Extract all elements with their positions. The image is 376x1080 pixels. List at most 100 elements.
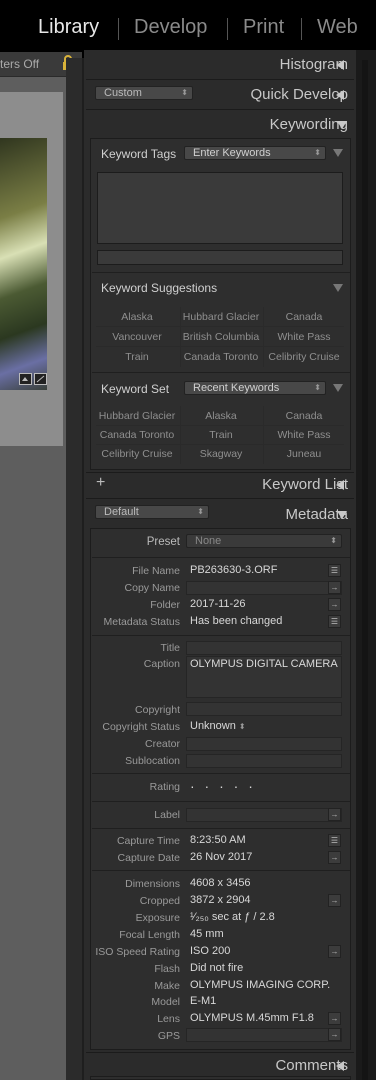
grid-line (96, 346, 344, 347)
arrow-right-icon[interactable]: → (328, 851, 341, 864)
iso-value: ISO 200 (190, 945, 231, 957)
metadata-preset-value: Default (104, 506, 139, 518)
add-keyword-button[interactable]: + (96, 474, 105, 492)
capture-time-label: Capture Time (116, 835, 180, 847)
quick-develop-preset-select[interactable]: Custom ⬍ (95, 86, 193, 100)
lens-label: Lens (157, 1013, 180, 1025)
collapse-arrow-icon[interactable] (333, 384, 343, 392)
module-print[interactable]: Print (243, 16, 284, 39)
creator-field[interactable] (186, 737, 342, 751)
quick-develop-header[interactable]: Quick Develop (250, 86, 348, 103)
arrow-right-icon[interactable]: → (328, 598, 341, 611)
panel-scrollbar[interactable] (362, 60, 368, 1080)
list-icon[interactable]: ☰ (328, 834, 341, 847)
filter-label[interactable]: ters Off (0, 57, 39, 71)
divider (86, 1052, 354, 1053)
keyword-suggestion[interactable]: Alaska (96, 311, 178, 323)
divider (92, 272, 350, 273)
label-field[interactable] (186, 808, 342, 822)
divider (92, 635, 350, 636)
keyword-set-item[interactable]: Juneau (263, 448, 345, 460)
keyword-suggestion[interactable]: White Pass (263, 331, 345, 343)
keyword-set-value: Recent Keywords (193, 382, 280, 394)
list-icon[interactable]: ☰ (328, 615, 341, 628)
arrow-right-icon[interactable]: → (328, 1012, 341, 1025)
copyright-field[interactable] (186, 702, 342, 716)
comments-content (90, 1076, 351, 1080)
dimensions-label: Dimensions (125, 878, 180, 890)
keyword-set-select[interactable]: Recent Keywords ⬍ (184, 381, 326, 395)
arrow-right-icon[interactable]: → (328, 1028, 341, 1041)
keyword-set-item[interactable]: Celibrity Cruise (96, 448, 178, 460)
badge-icon (19, 373, 47, 385)
divider (92, 372, 350, 373)
capture-time-value[interactable]: 8:23:50 AM (190, 834, 246, 846)
copyright-status-select[interactable]: Unknown ⬍ (190, 720, 246, 732)
arrow-right-icon[interactable]: → (328, 894, 341, 907)
collapse-arrow-icon[interactable] (336, 90, 344, 100)
file-name-value[interactable]: PB263630-3.ORF (190, 564, 277, 576)
make-value: OLYMPUS IMAGING CORP. (190, 979, 331, 991)
collapse-arrow-icon[interactable] (336, 1061, 344, 1071)
grid-line (96, 326, 344, 327)
keyword-set-item[interactable]: Train (180, 429, 262, 441)
collapse-arrow-icon[interactable] (333, 284, 343, 292)
exposure-label: Exposure (135, 912, 180, 924)
keyword-suggestion[interactable]: Hubbard Glacier (180, 311, 262, 323)
keyword-tags-mode-select[interactable]: Enter Keywords ⬍ (184, 146, 326, 160)
divider (92, 557, 350, 558)
keyword-suggestion[interactable]: British Columbia (180, 331, 262, 343)
label-label: Label (154, 809, 180, 821)
module-develop[interactable]: Develop (134, 16, 207, 39)
keyword-set-item[interactable]: Alaska (180, 410, 262, 422)
grid-line (96, 425, 344, 426)
gps-label: GPS (157, 1030, 180, 1042)
rating-label: Rating (149, 781, 180, 793)
preset-label: Preset (146, 536, 180, 548)
gps-field[interactable] (186, 1028, 342, 1042)
metadata-preset-field[interactable]: None ⬍ (186, 534, 342, 548)
keyword-suggestion[interactable]: Train (96, 351, 178, 363)
copy-name-label: Copy Name (124, 582, 180, 594)
make-label: Make (154, 980, 180, 992)
keyword-set-item[interactable]: Skagway (180, 448, 262, 460)
copy-name-field[interactable] (186, 581, 342, 595)
keyword-tags-textarea[interactable] (97, 172, 343, 244)
collapse-arrow-icon[interactable] (336, 60, 344, 70)
metadata-preset-select[interactable]: Default ⬍ (95, 505, 209, 519)
keyword-set-item[interactable]: White Pass (263, 429, 345, 441)
collapse-arrow-icon[interactable] (336, 480, 344, 490)
keyword-set-item[interactable]: Canada Toronto (96, 429, 178, 441)
keyword-entry-input[interactable] (97, 250, 343, 265)
left-scroll-gutter (66, 58, 82, 1080)
keyword-suggestion[interactable]: Vancouver (96, 331, 178, 343)
arrow-right-icon[interactable]: → (328, 581, 341, 594)
expand-arrow-icon[interactable] (337, 121, 347, 129)
keyword-set-item[interactable]: Canada (263, 410, 345, 422)
stepper-icon: ⬍ (330, 536, 337, 545)
metadata-status-value: Has been changed (190, 615, 283, 627)
collapse-arrow-icon[interactable] (333, 149, 343, 157)
copyright-label: Copyright (135, 704, 180, 716)
arrow-right-icon[interactable]: → (328, 808, 341, 821)
keyword-set-item[interactable]: Hubbard Glacier (96, 410, 178, 422)
keyword-suggestion[interactable]: Celibrity Cruise (263, 351, 345, 363)
capture-date-value[interactable]: 26 Nov 2017 (190, 851, 252, 863)
expand-arrow-icon[interactable] (337, 511, 347, 519)
module-web[interactable]: Web (317, 16, 358, 39)
metadata-status-label: Metadata Status (103, 616, 180, 628)
copyright-status-value: Unknown (190, 720, 236, 732)
stepper-icon: ⬍ (314, 148, 321, 157)
module-library[interactable]: Library (38, 16, 99, 39)
arrow-right-icon[interactable]: → (328, 945, 341, 958)
rating-stars[interactable]: · · · · · (190, 778, 256, 794)
keyword-suggestion[interactable]: Canada Toronto (180, 351, 262, 363)
stepper-icon: ⬍ (314, 383, 321, 392)
list-icon[interactable]: ☰ (328, 564, 341, 577)
sublocation-field[interactable] (186, 754, 342, 768)
divider (92, 828, 350, 829)
lens-value: OLYMPUS M.45mm F1.8 (190, 1012, 314, 1024)
title-field[interactable] (186, 641, 342, 655)
photo-preview[interactable] (0, 138, 47, 390)
keyword-suggestion[interactable]: Canada (263, 311, 345, 323)
